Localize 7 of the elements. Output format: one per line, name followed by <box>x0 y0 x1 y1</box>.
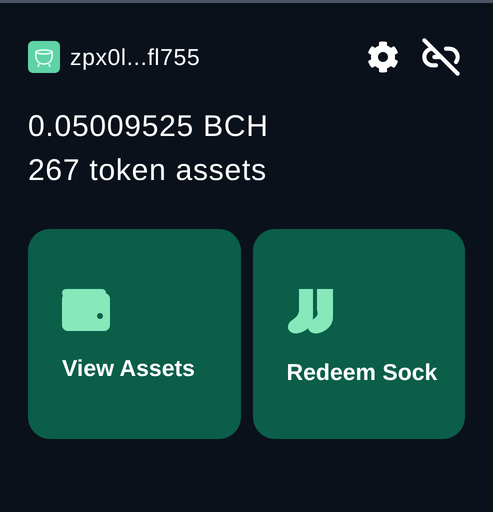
token-count: 267 token assets <box>28 153 268 189</box>
wallet-address: zpx0l...fl755 <box>70 42 200 72</box>
action-card[interactable]: Redeem Sock <box>252 229 465 439</box>
action-card[interactable]: View Assets <box>28 229 240 439</box>
wallet-icon <box>62 289 110 331</box>
balance-amount: 0.05009525 BCH <box>28 109 270 145</box>
socks-icon <box>286 289 334 335</box>
